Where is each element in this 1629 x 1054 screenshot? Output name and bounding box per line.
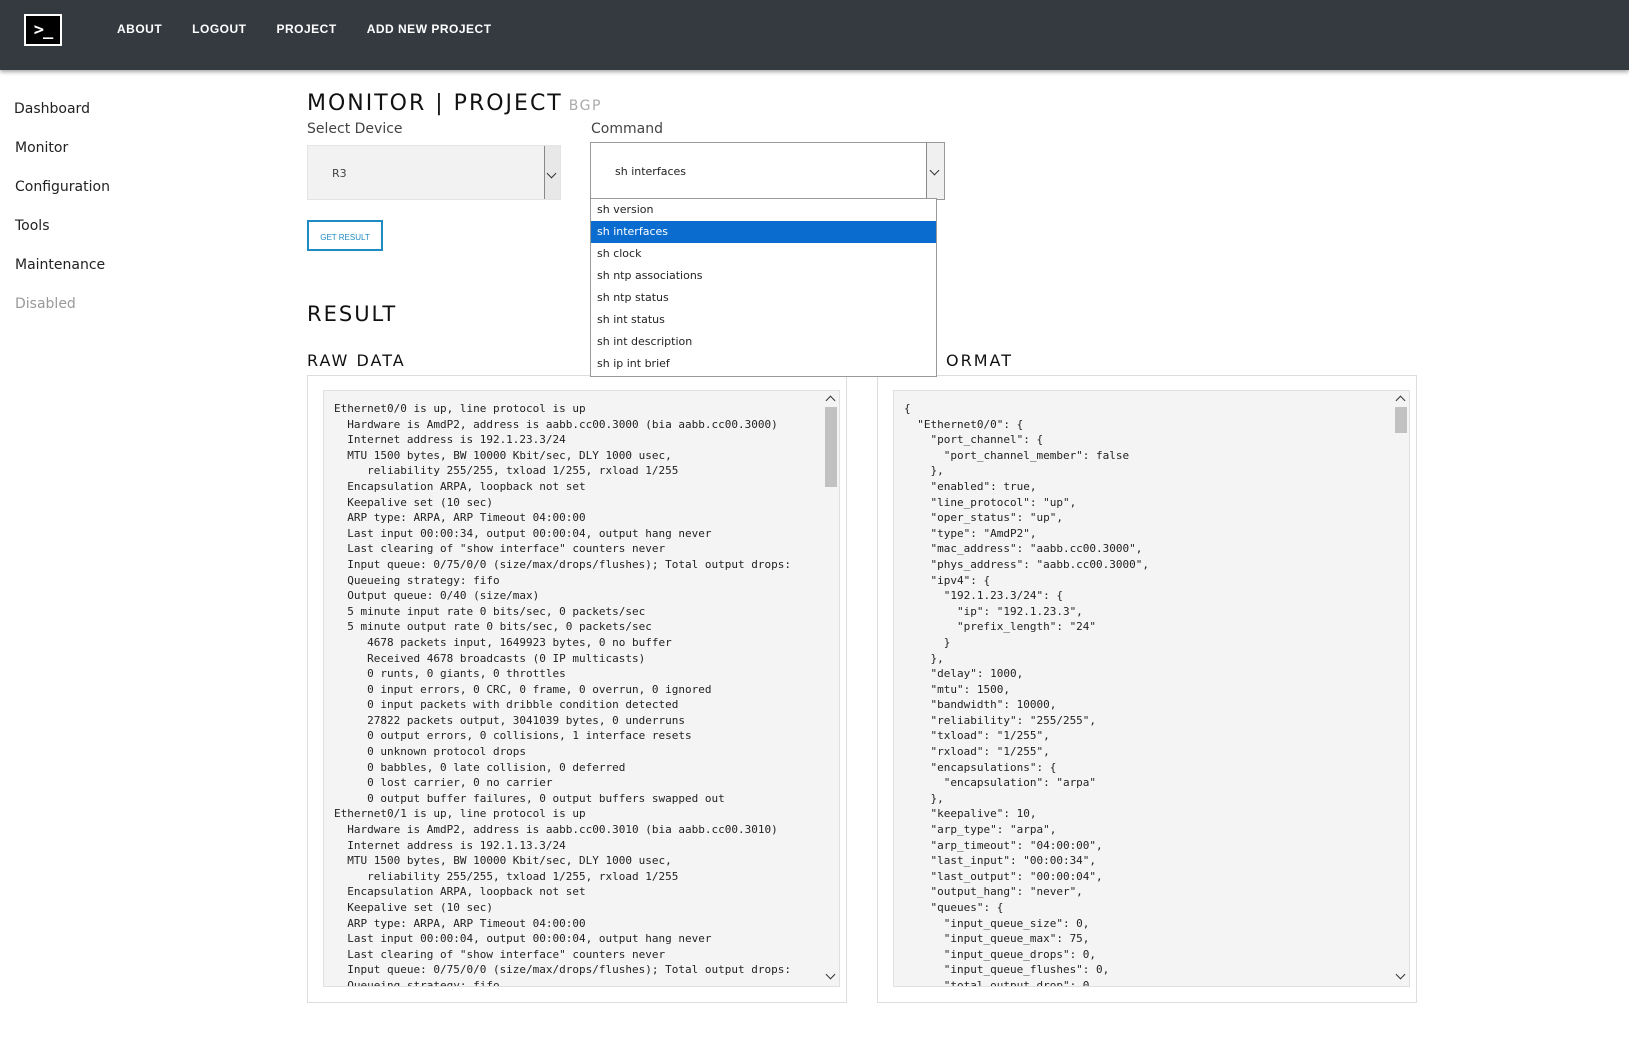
scroll-down-icon[interactable] (825, 969, 836, 980)
command-option[interactable]: sh int status (591, 309, 936, 331)
format-scrollbar[interactable] (1393, 391, 1409, 986)
sidebar-item-dashboard[interactable]: Dashboard (14, 101, 110, 140)
sidebar-item-configuration[interactable]: Configuration (15, 179, 110, 218)
top-nav-menu: ABOUT LOGOUT PROJECT ADD NEW PROJECT (117, 22, 522, 36)
command-select[interactable]: sh interfaces (590, 142, 945, 200)
command-option[interactable]: sh version (591, 199, 936, 221)
sidebar-item-maintenance[interactable]: Maintenance (15, 257, 110, 296)
command-option[interactable]: sh clock (591, 243, 936, 265)
device-select[interactable]: R3 (307, 145, 561, 200)
command-option-selected[interactable]: sh interfaces (591, 221, 936, 243)
device-select-value: R3 (332, 167, 347, 180)
top-navbar: >_ ABOUT LOGOUT PROJECT ADD NEW PROJECT (0, 0, 1629, 70)
scroll-up-icon[interactable] (1395, 395, 1406, 406)
format-panel: { "Ethernet0/0": { "port_channel": { "po… (877, 375, 1417, 1003)
raw-data-heading: RAW DATA (307, 351, 406, 370)
format-json-text: { "Ethernet0/0": { "port_channel": { "po… (904, 402, 1150, 987)
command-option[interactable]: sh ntp associations (591, 265, 936, 287)
scroll-down-icon[interactable] (1395, 969, 1406, 980)
terminal-logo-icon[interactable]: >_ (24, 14, 62, 46)
page-title-text: MONITOR | PROJECT (307, 91, 563, 116)
command-dropdown-list[interactable]: sh version sh interfaces sh clock sh ntp… (590, 198, 937, 377)
format-textarea[interactable]: { "Ethernet0/0": { "port_channel": { "po… (893, 390, 1410, 987)
sidebar-item-monitor[interactable]: Monitor (15, 140, 110, 179)
chevron-down-icon[interactable] (544, 146, 560, 199)
command-option[interactable]: sh int description (591, 331, 936, 353)
scroll-thumb[interactable] (825, 407, 837, 487)
page-subtitle: BGP (568, 98, 602, 114)
scroll-thumb[interactable] (1395, 407, 1407, 433)
get-result-button[interactable]: GET RESULT (307, 220, 383, 251)
raw-data-panel: Ethernet0/0 is up, line protocol is up H… (307, 375, 847, 1003)
format-heading: ORMAT (946, 351, 1013, 370)
select-device-label: Select Device (307, 121, 403, 137)
command-option[interactable]: sh ntp status (591, 287, 936, 309)
raw-data-scrollbar[interactable] (823, 391, 839, 986)
sidebar-item-tools[interactable]: Tools (15, 218, 110, 257)
sidebar: Dashboard Monitor Configuration Tools Ma… (14, 101, 110, 335)
nav-add-new-project-link[interactable]: ADD NEW PROJECT (367, 22, 492, 36)
sidebar-item-disabled: Disabled (15, 296, 76, 312)
scroll-up-icon[interactable] (825, 395, 836, 406)
raw-data-textarea[interactable]: Ethernet0/0 is up, line protocol is up H… (323, 390, 840, 987)
nav-project-link[interactable]: PROJECT (277, 22, 337, 36)
chevron-down-icon[interactable] (926, 143, 944, 199)
raw-data-text: Ethernet0/0 is up, line protocol is up H… (334, 402, 791, 987)
command-label: Command (591, 121, 663, 137)
command-select-value: sh interfaces (615, 165, 686, 178)
nav-logout-link[interactable]: LOGOUT (192, 22, 246, 36)
result-heading: RESULT (307, 302, 398, 326)
page-title: MONITOR | PROJECT BGP (307, 91, 602, 116)
command-option[interactable]: sh ip int brief (591, 353, 936, 375)
nav-about-link[interactable]: ABOUT (117, 22, 162, 36)
